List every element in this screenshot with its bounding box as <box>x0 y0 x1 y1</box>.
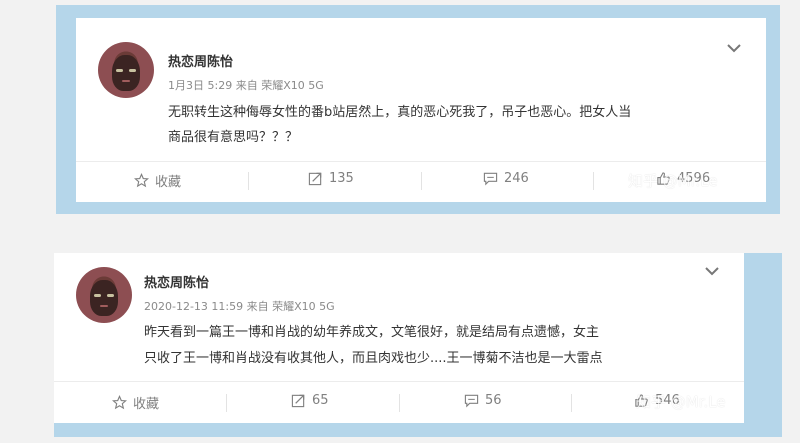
post-text-line: 无职转生这种侮辱女性的番b站居然上，真的恶心死我了，吊子也恶心。把女人当 <box>168 105 632 120</box>
comment-button[interactable]: 56 <box>464 393 502 408</box>
repost-icon <box>308 172 322 186</box>
favorite-label: 收藏 <box>133 397 160 412</box>
post-card: 热恋周陈怡 2020-12-13 11:59 来自 荣耀X10 5G 昨天看到一… <box>54 253 744 423</box>
watermark: 知乎 @Mr.Le <box>636 393 726 411</box>
star-icon <box>134 173 149 188</box>
repost-button[interactable]: 65 <box>291 393 329 408</box>
divider <box>421 172 422 190</box>
post-card: 热恋周陈怡 1月3日 5:29 来自 荣耀X10 5G 无职转生这种侮辱女性的番… <box>76 18 766 202</box>
post-meta: 1月3日 5:29 来自 荣耀X10 5G <box>168 79 324 92</box>
favorite-label: 收藏 <box>155 175 182 190</box>
divider <box>571 394 572 412</box>
divider <box>248 172 249 190</box>
post-text-line: 只收了王一博和肖战没有收其他人，而且肉戏也少....王一博菊不洁也是一大雷点 <box>144 351 603 366</box>
comment-icon <box>483 172 498 186</box>
chevron-down-icon[interactable] <box>703 262 721 280</box>
username[interactable]: 热恋周陈怡 <box>144 272 209 291</box>
chevron-down-icon[interactable] <box>725 39 743 57</box>
username[interactable]: 热恋周陈怡 <box>168 51 233 70</box>
favorite-button[interactable]: 收藏 <box>112 393 159 412</box>
repost-button[interactable]: 135 <box>308 171 354 186</box>
watermark: 知乎 @Mr.Le <box>628 172 718 190</box>
comment-button[interactable]: 246 <box>483 171 529 186</box>
favorite-button[interactable]: 收藏 <box>134 171 181 190</box>
post-text-line: 昨天看到一篇王一博和肖战的幼年养成文，文笔很好，就是结局有点遗憾，女主 <box>144 325 600 340</box>
divider <box>593 172 594 190</box>
repost-count: 135 <box>329 171 354 186</box>
repost-icon <box>291 394 305 408</box>
comment-count: 56 <box>485 393 502 408</box>
divider <box>226 394 227 412</box>
repost-count: 65 <box>312 393 329 408</box>
divider <box>76 161 766 162</box>
comment-icon <box>464 394 479 408</box>
post-meta: 2020-12-13 11:59 来自 荣耀X10 5G <box>144 300 335 313</box>
comment-count: 246 <box>504 171 529 186</box>
avatar[interactable] <box>76 267 132 323</box>
post-text-line: 商品很有意思吗？？？ <box>168 130 299 145</box>
divider <box>399 394 400 412</box>
avatar[interactable] <box>98 42 154 98</box>
divider <box>54 381 744 382</box>
star-icon <box>112 395 127 410</box>
